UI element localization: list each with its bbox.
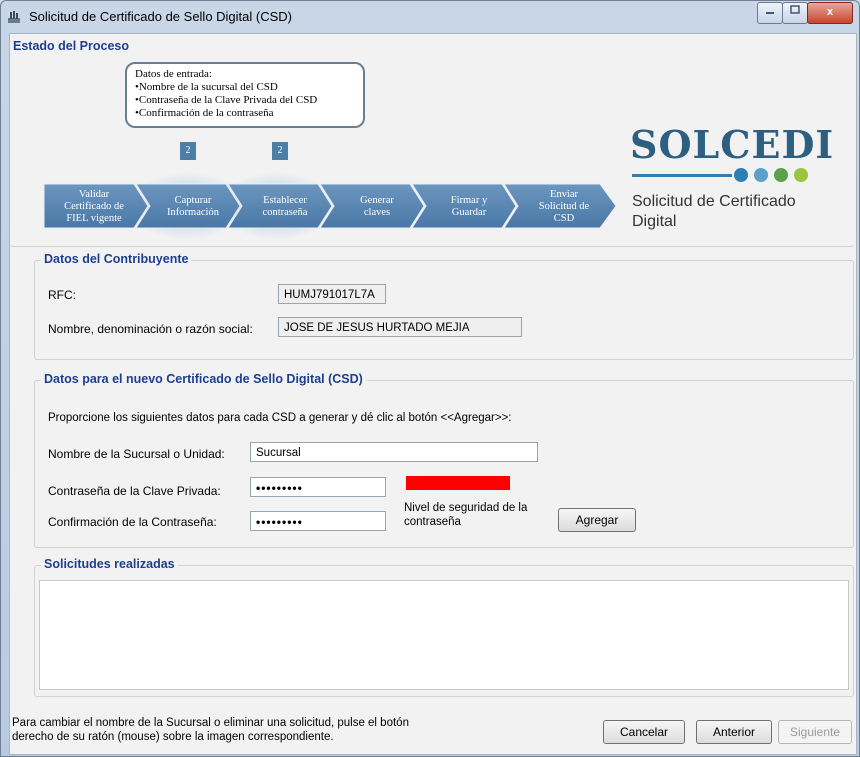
title-bar[interactable]: Solicitud de Certificado de Sello Digita… xyxy=(1,1,859,33)
footer-hint-line: Para cambiar el nombre de la Sucursal o … xyxy=(12,717,409,729)
step-2-label: Información xyxy=(167,207,220,218)
solcedi-logo: SOLCEDI xyxy=(630,122,835,167)
password-strength-bar xyxy=(406,476,510,490)
logo-subtitle: Solicitud de Certificado Digital xyxy=(632,193,796,230)
csd-instructions: Proporcione los siguientes datos para ca… xyxy=(48,412,512,424)
step-5-label: Firmar y xyxy=(451,195,488,206)
requests-group-title: Solicitudes realizadas xyxy=(41,557,178,571)
csd-group-title: Datos para el nuevo Certificado de Sello… xyxy=(41,372,366,386)
step-2-label: Capturar xyxy=(175,195,212,206)
app-icon xyxy=(8,11,20,23)
maximize-icon xyxy=(790,5,800,14)
step-chevron-2 xyxy=(135,183,241,229)
step-5-label: Guardar xyxy=(452,207,487,218)
logo-dot xyxy=(774,168,788,182)
confirm-password-input[interactable]: ••••••••• xyxy=(250,511,386,531)
password-input[interactable]: ••••••••• xyxy=(250,477,386,497)
step-chevron-3 xyxy=(227,183,333,229)
password-label: Contraseña de la Clave Privada: xyxy=(48,484,221,498)
callout-item: •Confirmación de la contraseña xyxy=(135,107,274,119)
app-window: Solicitud de Certificado de Sello Digita… xyxy=(0,0,860,757)
step-6-label: Solicitud de xyxy=(539,201,590,212)
step-1-label: Validar xyxy=(79,189,110,200)
callout-item: •Nombre de la sucursal del CSD xyxy=(135,81,278,93)
minimize-button[interactable] xyxy=(757,2,783,24)
step-1-label: FIEL vigente xyxy=(66,213,122,224)
name-label: Nombre, denominación o razón social: xyxy=(48,322,253,336)
taxpayer-group: Datos del Contribuyente xyxy=(34,252,854,360)
step-6-label: Enviar xyxy=(550,189,578,200)
maximize-button[interactable] xyxy=(782,2,808,24)
sucursal-label: Nombre de la Sucursal o Unidad: xyxy=(48,447,225,461)
callout-item: •Contraseña de la Clave Privada del CSD xyxy=(135,94,318,106)
sucursal-input[interactable]: Sucursal xyxy=(250,442,538,462)
step-chevron-4 xyxy=(319,183,425,229)
step-1-label: Certificado de xyxy=(64,201,124,212)
process-group-title: Estado del Proceso xyxy=(10,39,133,53)
footer-hint: Para cambiar el nombre de la Sucursal o … xyxy=(12,716,409,744)
back-button[interactable]: Anterior xyxy=(696,720,772,744)
add-button[interactable]: Agregar xyxy=(558,508,636,532)
logo-dot xyxy=(794,168,808,182)
footer-hint-line: derecho de su ratón (mouse) sobre la ima… xyxy=(12,731,334,743)
step-badge: 2 xyxy=(180,142,196,160)
process-flow: Validar Certificado de FIEL vigente Capt… xyxy=(43,172,617,240)
step-3-label: Establecer xyxy=(263,195,307,206)
callout-heading: Datos de entrada: xyxy=(135,68,212,80)
window-title: Solicitud de Certificado de Sello Digita… xyxy=(29,9,293,24)
requests-list[interactable] xyxy=(39,580,849,690)
close-icon: x xyxy=(826,6,834,18)
rfc-field[interactable]: HUMJ791017L7A xyxy=(278,284,386,304)
confirm-password-label: Confirmación de la Contraseña: xyxy=(48,515,217,529)
requests-group: Solicitudes realizadas xyxy=(34,557,854,697)
minimize-icon xyxy=(766,12,774,14)
step-6-label: CSD xyxy=(554,213,575,224)
window-client: Estado del Proceso Datos de entrada: •No… xyxy=(9,33,857,755)
password-strength-label: Nivel de seguridad de la contraseña xyxy=(404,502,528,528)
step-3-label: contraseña xyxy=(263,207,308,218)
close-button[interactable]: x xyxy=(807,2,853,24)
logo-bar xyxy=(632,174,732,177)
logo-dot xyxy=(734,168,748,182)
step-4-label: claves xyxy=(364,207,390,218)
step-chevron-5 xyxy=(411,183,517,229)
cancel-button[interactable]: Cancelar xyxy=(603,720,685,744)
name-field[interactable]: JOSE DE JESUS HURTADO MEJIA xyxy=(278,317,522,337)
taxpayer-group-title: Datos del Contribuyente xyxy=(41,252,192,266)
step-4-label: Generar xyxy=(360,195,394,206)
rfc-label: RFC: xyxy=(48,288,76,302)
logo-dot xyxy=(754,168,768,182)
next-button[interactable]: Siguiente xyxy=(778,720,852,744)
step-badge: 2 xyxy=(272,142,288,160)
input-data-callout: Datos de entrada: •Nombre de la sucursal… xyxy=(125,62,365,128)
